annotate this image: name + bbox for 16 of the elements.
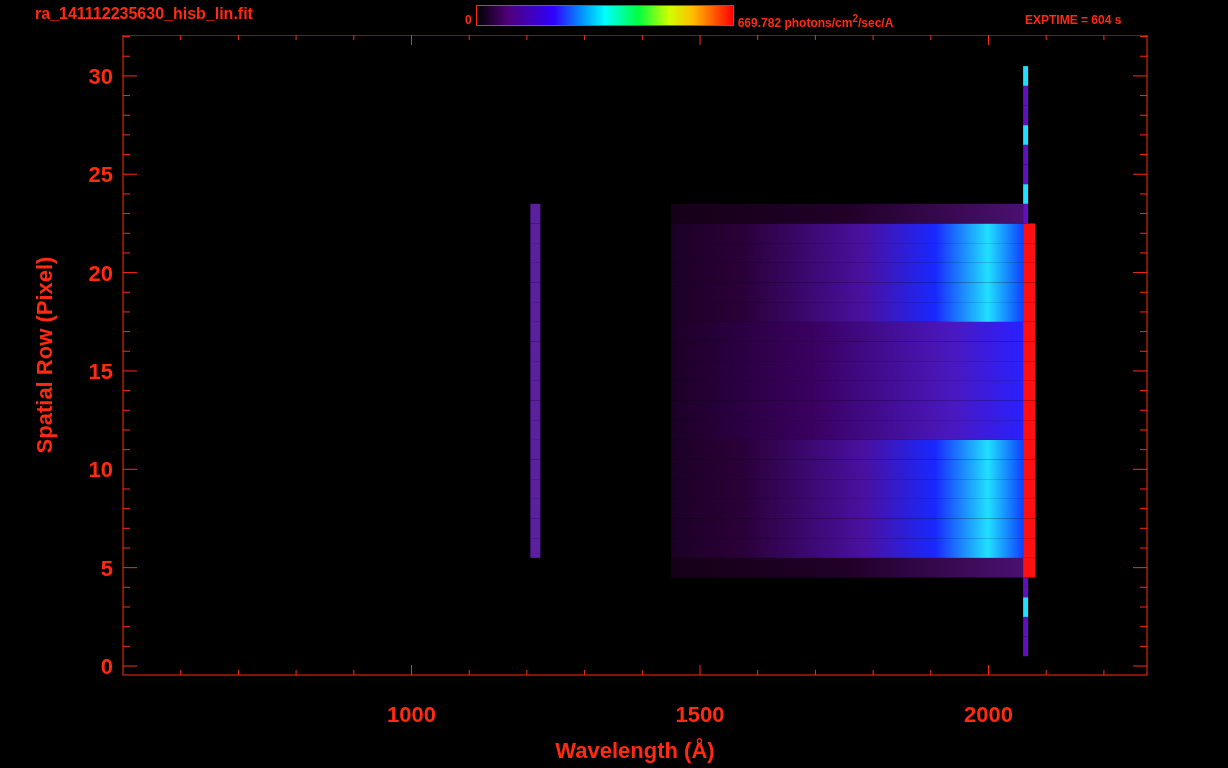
y-tick-label: 5 [100, 555, 113, 581]
colorbar-max-label: 669.782 photons/cm$^{2}$/sec/A [737, 13, 894, 30]
y-tick-label: 30 [88, 63, 113, 89]
y-tick-label: 10 [88, 457, 113, 483]
x-axis-label: Wavelength (Å) [555, 738, 715, 763]
y-axis-label: Spatial Row (Pixel) [32, 256, 57, 454]
x-tick-label: 1500 [675, 702, 725, 727]
file-title: ra_141112235630_hisb_lin.fit [35, 5, 254, 23]
y-tick-label: 25 [88, 162, 113, 188]
colorbar-min-label: 0 [465, 13, 472, 27]
y-tick-label: 15 [88, 358, 113, 384]
x-tick-label: 2000 [964, 702, 1013, 727]
x-tick-label: 1000 [387, 702, 436, 727]
y-tick-label: 20 [88, 260, 113, 286]
y-tick-label: 0 [100, 654, 113, 679]
exposure-time-label: EXPTIME = 604 s [1025, 13, 1122, 27]
